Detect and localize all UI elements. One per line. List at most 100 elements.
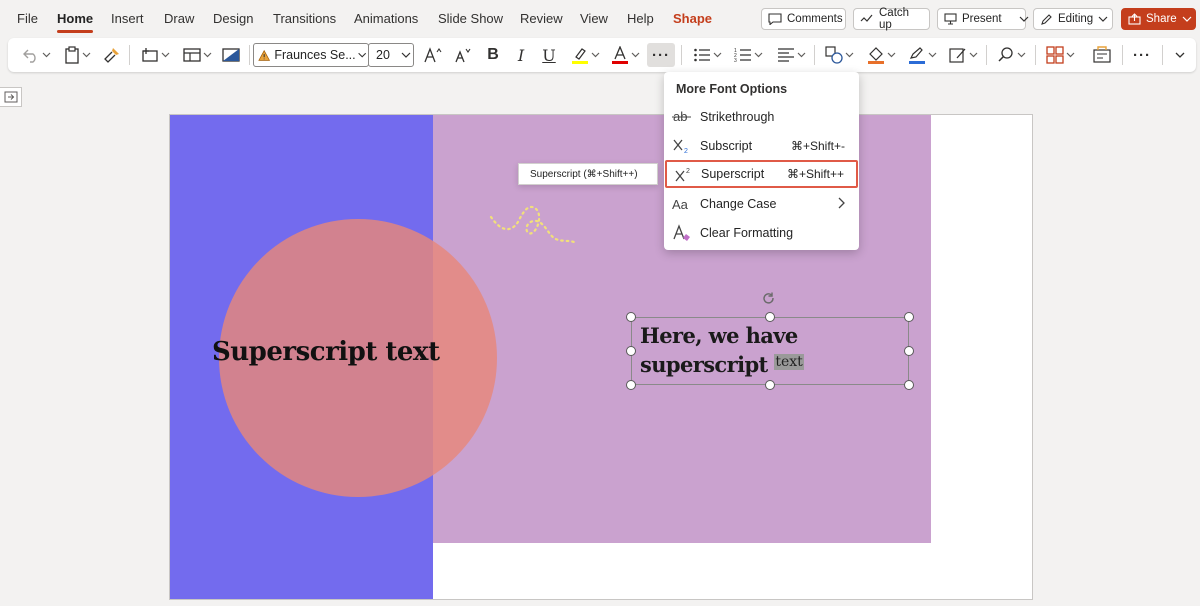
bold-button[interactable]: B [481,43,505,67]
menu-item-shortcut: ⌘+Shift+- [790,139,845,153]
tab-review[interactable]: Review [520,11,563,26]
designer-button[interactable] [1090,43,1114,67]
resize-handle-top-left[interactable] [626,312,636,322]
rotate-handle-icon[interactable] [761,292,777,308]
shape-outline-button[interactable] [904,43,940,67]
font-color-button[interactable] [608,43,642,67]
resize-handle-right[interactable] [904,346,914,356]
italic-icon: I [517,45,525,65]
chevron-down-icon [1017,52,1025,58]
shape-effects-button[interactable] [945,43,981,67]
add-ins-button[interactable] [1042,43,1078,67]
strikethrough-icon: ab [664,110,700,124]
resize-handle-bottom-left[interactable] [626,380,636,390]
toggle-thumbnails-button[interactable] [0,87,22,107]
chevron-down-icon[interactable] [356,51,368,59]
svg-text:3: 3 [734,58,737,63]
tab-help[interactable]: Help [627,11,654,26]
chevron-down-icon [797,52,805,58]
tab-shape[interactable]: Shape [673,11,712,26]
menu-item-clear-formatting[interactable]: Clear Formatting [664,219,859,247]
chevron-down-icon [887,52,895,58]
menu-item-subscript[interactable]: 2 Subscript ⌘+Shift+- [664,132,859,160]
share-label: Share [1146,13,1177,25]
design-ideas-button[interactable] [220,43,242,67]
shape-fill-button[interactable] [863,43,899,67]
menu-item-superscript[interactable]: 2 Superscript ⌘+Shift++ [665,160,858,188]
align-left-icon [777,48,794,62]
resize-handle-top[interactable] [765,312,775,322]
chevron-down-icon [969,52,977,58]
resize-handle-bottom-right[interactable] [904,380,914,390]
present-button[interactable]: Present [937,8,1029,30]
chevron-down-icon [1182,16,1192,22]
tab-animations[interactable]: Animations [354,11,418,26]
chevron-down-icon[interactable] [399,51,413,59]
font-size-box[interactable]: 20 [368,43,414,67]
menu-item-change-case[interactable]: Aa Change Case [664,190,859,218]
more-options-button[interactable]: ··· [1128,43,1156,67]
collapse-ribbon-button[interactable] [1170,43,1190,67]
underline-button[interactable]: U [537,43,561,67]
slide-title-text[interactable]: Superscript text [212,337,440,367]
tab-slideshow[interactable]: Slide Show [438,11,503,26]
catchup-button[interactable]: Catch up [853,7,930,31]
selected-superscript-text[interactable]: text [774,354,804,370]
editing-label: Editing [1058,13,1094,25]
paste-button[interactable] [61,43,93,67]
resize-handle-bottom[interactable] [765,380,775,390]
italic-button[interactable]: I [509,43,533,67]
shapes-button[interactable] [821,43,857,67]
new-slide-button[interactable] [137,43,173,67]
chevron-down-icon [161,52,169,58]
find-button[interactable] [993,43,1029,67]
editing-button[interactable]: Editing [1033,8,1113,30]
menu-item-label: Change Case [700,197,777,211]
undo-button[interactable] [18,43,54,67]
search-icon [997,47,1013,62]
tab-design[interactable]: Design [213,11,253,26]
designer-icon [1093,46,1111,63]
pen-outline-icon [908,47,925,64]
numbering-button[interactable]: 123 [730,43,766,67]
tab-draw[interactable]: Draw [164,11,194,26]
present-icon [944,13,957,25]
chevron-down-icon [82,52,90,58]
tab-transitions[interactable]: Transitions [273,11,336,26]
align-button[interactable] [773,43,809,67]
bullets-button[interactable] [689,43,725,67]
tab-view[interactable]: View [580,11,608,26]
layout-button[interactable] [179,43,215,67]
slide-canvas[interactable]: Superscript text Here, we have superscri… [169,114,1033,600]
share-button[interactable]: Share [1121,8,1196,30]
menu-item-shortcut: ⌘+Shift++ [786,167,844,181]
underline-icon: U [542,45,556,65]
tab-file[interactable]: File [17,11,38,26]
grow-font-icon [424,47,442,63]
chevron-down-icon [42,52,50,58]
textbox-line-1: Here, we have [640,323,798,348]
superscript-tooltip: Superscript (⌘+Shift++) [518,163,658,185]
textbox-content[interactable]: Here, we have superscript text [640,322,804,378]
shrink-font-button[interactable] [451,43,475,67]
grow-font-button[interactable] [421,43,445,67]
tab-home[interactable]: Home [57,11,94,33]
chevron-down-icon[interactable] [1016,14,1032,24]
tab-insert[interactable]: Insert [111,11,144,26]
menu-item-label: Superscript [701,167,765,181]
font-name-box[interactable]: Fraunces Se... [253,43,369,67]
menu-title: More Font Options [676,82,788,96]
comments-button[interactable]: Comments [761,8,846,30]
chevron-down-icon [1098,16,1108,22]
highlight-color-button[interactable] [568,43,602,67]
selected-textbox[interactable]: Here, we have superscript text [631,317,909,385]
present-label: Present [962,13,1002,25]
resize-handle-left[interactable] [626,346,636,356]
resize-handle-top-right[interactable] [904,312,914,322]
chevron-down-icon [203,52,211,58]
catchup-icon [860,14,873,22]
menu-item-strikethrough[interactable]: ab Strikethrough [664,103,859,131]
undo-icon [22,49,36,63]
more-font-options-button[interactable]: ··· [647,43,675,67]
format-painter-button[interactable] [101,43,123,67]
